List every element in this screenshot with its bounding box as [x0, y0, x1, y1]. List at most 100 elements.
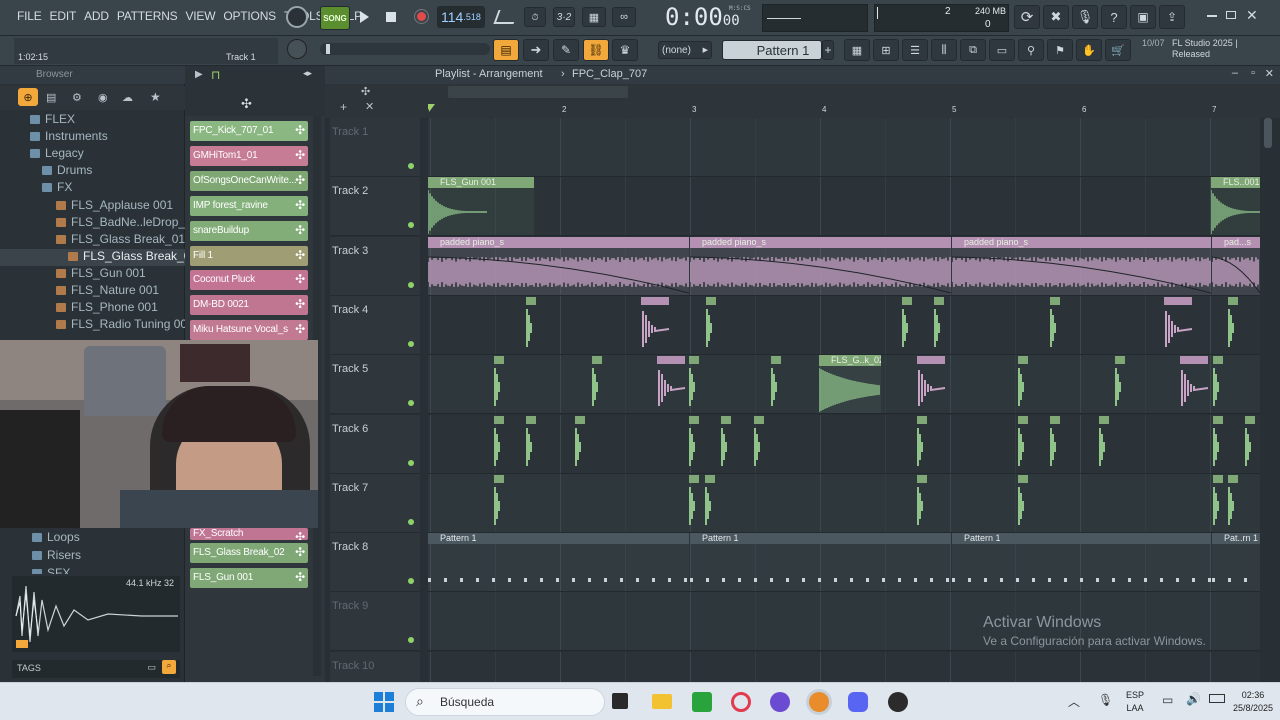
channel-button[interactable]: IMP forest_ravine ✣: [190, 196, 308, 216]
menu-options[interactable]: OPTIONS: [222, 9, 277, 23]
help-icon[interactable]: ?: [1101, 5, 1127, 29]
mic-icon[interactable]: 🎙: [1072, 5, 1098, 29]
mini-clip[interactable]: [721, 416, 731, 466]
mini-clip[interactable]: [771, 356, 781, 406]
touch-icon[interactable]: ✋: [1076, 39, 1102, 61]
mini-clip[interactable]: [494, 475, 504, 525]
mini-clip[interactable]: [592, 356, 602, 406]
mini-clip[interactable]: [917, 356, 946, 406]
arrow-right-button[interactable]: ➜: [523, 39, 549, 61]
maximize-icon[interactable]: [1226, 11, 1236, 19]
step-edit-icon[interactable]: ▦: [582, 7, 606, 27]
tree-item-folder[interactable]: FX: [0, 180, 185, 197]
mini-clip[interactable]: [706, 297, 716, 347]
channel-button[interactable]: FX_Scratch ✣: [190, 528, 308, 540]
add-pattern-button[interactable]: +: [822, 40, 834, 60]
song-mode-toggle[interactable]: SONG: [320, 6, 350, 30]
tools-icon[interactable]: ✖: [1043, 5, 1069, 29]
pattern-clip[interactable]: Pattern 1: [428, 533, 689, 591]
mini-clip[interactable]: [1099, 416, 1109, 466]
channel-button[interactable]: GMHiTom1_01 ✣: [190, 146, 308, 166]
mini-clip[interactable]: [1050, 416, 1060, 466]
channel-move-icon[interactable]: ✣: [295, 223, 305, 237]
playlist-play-icon[interactable]: ◂▸: [303, 68, 312, 79]
pattern-clip[interactable]: Pattern 1: [952, 533, 1211, 591]
audio-clip[interactable]: padded piano_s: [690, 237, 951, 295]
loop-record-icon[interactable]: ∞: [612, 7, 636, 27]
remove-track-icon[interactable]: ✕: [365, 100, 374, 113]
mini-clip[interactable]: [917, 475, 927, 525]
network-icon[interactable]: ▭: [1162, 693, 1173, 707]
mini-clip[interactable]: [1018, 416, 1028, 466]
audio-clip[interactable]: FLS..001: [1211, 177, 1260, 235]
wait-input-icon[interactable]: ⏱: [524, 7, 546, 27]
mini-clip[interactable]: [1213, 356, 1223, 406]
playlist-close-icon[interactable]: ✕: [1265, 67, 1274, 80]
tree-item-file[interactable]: FLS_Glass Break_02: [0, 248, 197, 266]
track-header[interactable]: Track 7: [330, 474, 420, 533]
audio-clip[interactable]: padded piano_s: [428, 237, 689, 295]
channel-button[interactable]: FLS_Glass Break_02 ✣: [190, 543, 308, 563]
record-icon[interactable]: [415, 10, 428, 23]
tree-item-file[interactable]: FLS_Nature 001: [0, 283, 185, 300]
piano-roll-icon[interactable]: ⊞: [873, 39, 899, 61]
snap-selector[interactable]: (none) ▶: [658, 41, 712, 59]
track-header[interactable]: Track 1: [330, 118, 420, 177]
menu-view[interactable]: VIEW: [184, 9, 216, 23]
playlist-move-icon[interactable]: ✣: [361, 85, 370, 98]
mini-clip[interactable]: [689, 475, 699, 525]
channel-move-icon[interactable]: ✣: [295, 123, 305, 137]
mini-clip[interactable]: [526, 416, 536, 466]
channel-move-icon[interactable]: ✣: [295, 322, 305, 336]
tree-item-folder[interactable]: FLEX: [0, 112, 185, 129]
mini-clip[interactable]: [689, 416, 699, 466]
channel-move-icon[interactable]: ✣: [295, 530, 305, 540]
metronome-icon[interactable]: [493, 10, 519, 24]
menu-patterns[interactable]: PATTERNS: [116, 9, 179, 23]
tree-item-file[interactable]: FLS_Phone 001: [0, 300, 185, 317]
track-lane[interactable]: [428, 296, 1260, 355]
news-panel[interactable]: 10/07 FL Studio 2025 | Released: [1138, 37, 1278, 63]
track-mute-led[interactable]: [408, 578, 414, 584]
track-mute-led[interactable]: [408, 282, 414, 288]
tree-item-file[interactable]: FLS_Gun 001: [0, 266, 185, 283]
mini-clip[interactable]: [902, 297, 912, 347]
channel-rack-arrow-icon[interactable]: ▶: [195, 69, 203, 80]
performance-icon[interactable]: ⚑: [1047, 39, 1073, 61]
browser-plugin-icon[interactable]: ⚙: [72, 91, 82, 104]
tree-item-loops[interactable]: Loops: [0, 530, 185, 547]
task-view-icon[interactable]: [612, 693, 628, 709]
mini-clip[interactable]: [1018, 475, 1028, 525]
channel-move-icon[interactable]: ✣: [295, 198, 305, 212]
track-header[interactable]: Track 6: [330, 415, 420, 474]
tree-item-folder[interactable]: Legacy: [0, 146, 185, 163]
channel-button[interactable]: OfSongsOneCanWrite... ✣: [190, 171, 308, 191]
tray-mic-icon[interactable]: 🎙: [1098, 693, 1113, 707]
track-header[interactable]: Track 5: [330, 355, 420, 414]
menu-file[interactable]: FILE: [16, 9, 43, 23]
track-mute-led[interactable]: [408, 400, 414, 406]
mini-clip[interactable]: [1228, 297, 1238, 347]
master-pitch-slider[interactable]: [320, 43, 490, 55]
app-icon[interactable]: [770, 692, 790, 712]
discord-icon[interactable]: [848, 692, 868, 712]
track-mute-led[interactable]: [408, 460, 414, 466]
close-icon[interactable]: ✕: [1246, 7, 1258, 24]
play-icon[interactable]: [360, 11, 369, 23]
pencil-button[interactable]: ✎: [553, 39, 579, 61]
stop-icon[interactable]: [386, 12, 396, 22]
channel-move-icon[interactable]: ✣: [295, 545, 305, 559]
pitch-knob[interactable]: [287, 39, 307, 59]
file-explorer-icon[interactable]: [652, 694, 672, 709]
mini-clip[interactable]: [689, 356, 699, 406]
mini-clip[interactable]: [934, 297, 944, 347]
mini-clip[interactable]: [1228, 475, 1238, 525]
mini-clip[interactable]: [575, 416, 585, 466]
pattern-clip[interactable]: Pat..rn 1: [1212, 533, 1260, 591]
track-header[interactable]: Track 2: [330, 177, 420, 236]
language-indicator[interactable]: ESP LAA: [1126, 689, 1144, 715]
timeline-ruler[interactable]: [428, 84, 1280, 118]
channel-move-icon[interactable]: ✣: [295, 570, 305, 584]
browser-icon[interactable]: ⧉: [960, 39, 986, 61]
channel-move-icon[interactable]: ✣: [295, 297, 305, 311]
